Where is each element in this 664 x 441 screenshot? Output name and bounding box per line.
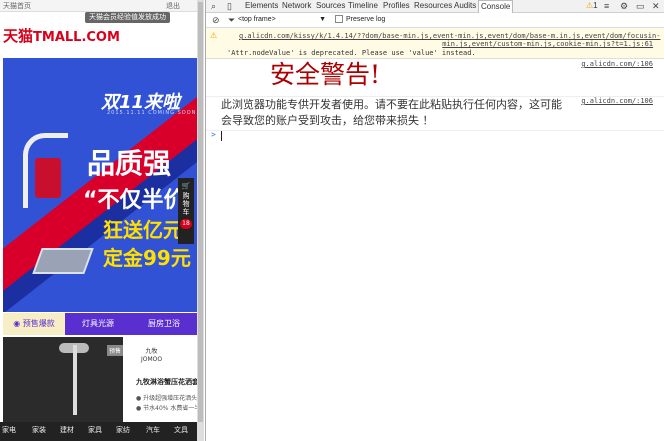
security-warning-body: 此浏览器功能专供开发者使用。请不要在此粘贴执行任何内容，这可能会导致您的账户受到… [221,98,562,127]
product-photo [3,337,123,422]
preserve-log-label: Preserve log [346,16,386,23]
text-caret [221,131,222,141]
warning-icon: ⚠ [210,31,218,40]
page-scrollbar[interactable] [197,0,204,441]
cart-label: 购物车 [182,192,190,216]
product-feature: ● 节水40% 水费省一半 [136,405,198,412]
category-link[interactable]: 家具 [88,422,102,441]
clear-console-icon[interactable]: ⊘ [212,15,220,25]
category-link[interactable]: 家电 [2,422,16,441]
banner-line2: 狂送亿元 [103,218,183,242]
product-name: 九牧淋浴蟹压花洒套 [136,378,198,386]
console-input[interactable]: > [206,130,664,144]
scrollbar-thumb[interactable] [198,2,203,422]
webpage-viewport: 天猫首页 退出 天猫会员经验值发放成功 天猫TMALL.COM 双11来啦 20… [0,0,198,441]
search-icon[interactable]: ⌕ [211,1,216,11]
dock-side-icon[interactable]: ▭ [636,1,645,11]
source-link[interactable]: g.alicdn.com/:106 [581,60,653,68]
cart-icon: 🛒 [181,182,191,190]
shopping-cart-button[interactable]: 🛒 购物车 18 [178,178,194,244]
warning-text: 'Attr.nodeValue' is deprecated. Please u… [227,49,476,57]
tab-profiles[interactable]: Profiles [383,0,410,12]
tab-network[interactable]: Network [282,0,311,12]
bottom-category-bar: 家电 家装 建材 家具 家纺 汽车 文具 [0,422,197,441]
console-log-message: 此浏览器功能专供开发者使用。请不要在此粘贴执行任何内容，这可能会导致您的账户受到… [206,96,664,131]
banner-line1: “不仅半价 [83,188,186,213]
brand-cn: 九牧 [145,348,158,355]
tab-console[interactable]: Console [478,0,514,13]
presale-badge: 预售 [107,345,124,356]
tab-label: 预售爆款 [22,319,55,328]
tab-sources[interactable]: Sources [316,0,345,12]
warning-count: 1 [593,1,598,10]
banner-line3: 定金99元 [103,246,191,270]
warning-counter[interactable]: ⚠1 [586,1,598,10]
tab-resources[interactable]: Resources [414,0,452,12]
console-log-message: 安全警告! g.alicdn.com/:106 [206,59,664,97]
logo-cn: 天猫 [3,27,34,45]
checkbox-box[interactable] [335,15,343,24]
security-warning-title: 安全警告! [270,60,381,89]
tmall-logo[interactable]: 天猫TMALL.COM [3,25,120,46]
preserve-log-checkbox[interactable]: Preserve log [335,15,385,24]
cart-count-badge: 18 [180,219,192,229]
category-link[interactable]: 汽车 [146,422,160,441]
category-link[interactable]: 家纺 [116,422,130,441]
category-tabs: ◉ 预售爆款 灯具光源 厨房卫浴 [3,313,197,335]
console-drawer-icon[interactable]: ≡ [604,1,609,11]
tab-elements[interactable]: Elements [245,0,278,12]
notification-toast: 天猫会员经验值发放成功 [85,12,170,23]
brand-en: JOMOO [141,356,163,363]
gear-icon[interactable]: ⚙ [620,1,628,11]
category-link[interactable]: 建材 [60,422,74,441]
topbar-home-link[interactable]: 天猫首页 [3,1,31,11]
faucet-handle-graphic [35,158,61,198]
tab-presale[interactable]: ◉ 预售爆款 [3,313,65,335]
filter-icon[interactable]: ⏷ [228,15,235,25]
source-link[interactable]: min.js,event/custom-min.js,cookie-min.js… [442,40,653,48]
console-filter-bar: ⊘ ⏷ <top frame> ▼ Preserve log [206,13,664,28]
source-link[interactable]: g.alicdn.com/:106 [581,97,653,105]
logo-en: TMALL.COM [33,30,120,45]
device-mode-icon[interactable]: ▯ [227,1,232,11]
brand-logo: 九牧 JOMOO [141,348,162,364]
topbar-exit-link[interactable]: 退出 [166,1,180,11]
banner-subline: 2015.11.11 COMING SOON [107,110,197,116]
prompt-chevron-icon: > [211,130,216,139]
devtools-panel: ⌕ ▯ Elements Network Sources Timeline Pr… [205,0,664,441]
tab-kitchen-bath[interactable]: 厨房卫浴 [131,313,197,335]
frame-select-value: <top frame> [238,16,276,23]
sink-graphic [32,248,94,274]
tab-audits[interactable]: Audits [454,0,476,12]
category-link[interactable]: 文具 [174,422,188,441]
devtools-toolbar: ⌕ ▯ Elements Network Sources Timeline Pr… [206,0,664,13]
chevron-down-icon: ▼ [319,16,326,23]
banner-title: 品质强 [87,147,172,180]
location-pin-icon: ◉ [13,319,23,328]
product-feature: ● 升级超强增压花洒头 [136,395,198,402]
console-warning-message: ⚠ g.alicdn.com/kissy/k/1.4.14/??dom/base… [206,28,664,59]
tab-timeline[interactable]: Timeline [348,0,378,12]
promo-banner[interactable]: 双11来啦 2015.11.11 COMING SOON 品质强 “不仅半价 狂… [3,58,197,312]
source-link[interactable]: g.alicdn.com/kissy/k/1.4.14/??dom/base-m… [239,32,660,40]
shower-pipe-graphic [73,345,77,415]
close-icon[interactable]: ✕ [652,1,660,11]
product-card[interactable]: 预售 九牧 JOMOO 九牧淋浴蟹压花洒套 ● 升级超强增压花洒头 ● 节水40… [3,337,197,422]
category-link[interactable]: 家装 [32,422,46,441]
frame-select-dropdown[interactable]: <top frame> ▼ [238,15,326,24]
tab-lighting[interactable]: 灯具光源 [65,313,131,335]
site-topbar: 天猫首页 退出 [0,0,197,12]
